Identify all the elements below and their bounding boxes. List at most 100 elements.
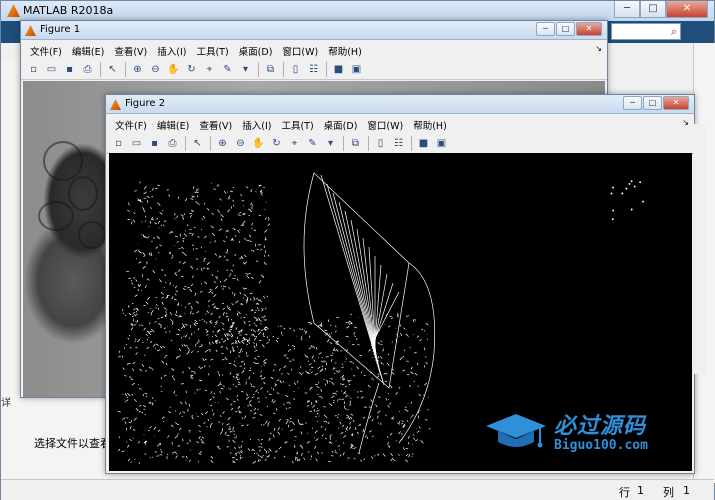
figure-2-menu-item[interactable]: 工具(T) (276, 115, 318, 134)
figure-2-menu-item[interactable]: 桌面(D) (319, 115, 363, 134)
figure-1-title-bar[interactable]: Figure 1 ─ □ ✕ (21, 21, 607, 40)
new-figure-icon[interactable]: ▫ (110, 136, 127, 152)
figure-2-menu-item[interactable]: 查看(V) (194, 115, 237, 134)
main-title-bar: MATLAB R2018a ─ □ ✕ (1, 1, 714, 21)
figure-2-maximize-button[interactable]: □ (643, 96, 662, 110)
figure-2-menu-item[interactable]: 帮助(H) (408, 115, 452, 134)
legend-icon[interactable]: ☷ (305, 62, 322, 78)
hide-tools-icon[interactable]: ■ (330, 62, 347, 78)
figure-1-close-button[interactable]: ✕ (576, 22, 602, 36)
watermark-cn-text: 必过源码 (554, 414, 647, 439)
main-maximize-button[interactable]: □ (640, 1, 666, 18)
open-file-icon[interactable]: ▭ (128, 136, 145, 152)
figure-2-title: Figure 2 (125, 98, 166, 109)
figure-1-menubar: 文件(F) 编辑(E) 查看(V) 插入(I) 工具(T) 桌面(D) 窗口(W) 帮助(H) (21, 41, 607, 60)
watermark-en-text: Biguo100.com (554, 438, 648, 453)
pan-icon[interactable]: ✋ (165, 62, 182, 78)
colorbar-icon[interactable]: ▯ (372, 136, 389, 152)
toolbar-separator (210, 136, 211, 151)
toolbar-separator (411, 136, 412, 151)
toolbar-separator (368, 136, 369, 151)
hide-tools-icon[interactable]: ■ (415, 136, 432, 152)
figure-2-menu-item[interactable]: 文件(F) (110, 115, 152, 134)
save-icon[interactable]: ▪ (146, 136, 163, 152)
colorbar-icon[interactable]: ▯ (287, 62, 304, 78)
figure-1-menu-item[interactable]: 文件(F) (25, 41, 67, 60)
hair-detail (68, 176, 98, 211)
print-icon[interactable]: ⎙ (79, 62, 96, 78)
legend-icon[interactable]: ☷ (390, 136, 407, 152)
graduation-cap-icon (486, 414, 546, 448)
figure-2-menu-item[interactable]: 编辑(E) (152, 115, 194, 134)
documentation-search-input[interactable]: ⌕ (611, 23, 681, 40)
link-plot-icon[interactable]: ⧉ (347, 136, 364, 152)
pan-icon[interactable]: ✋ (250, 136, 267, 152)
toolbar-separator (125, 62, 126, 77)
new-figure-icon[interactable]: ▫ (25, 62, 42, 78)
col-value: 1 (683, 484, 690, 497)
toolbar-separator (258, 62, 259, 77)
figure-1-menu-item[interactable]: 插入(I) (152, 41, 191, 60)
zoom-in-icon[interactable]: ⊕ (129, 62, 146, 78)
search-icon[interactable]: ⌕ (671, 25, 677, 39)
toolbar-separator (185, 136, 186, 151)
status-bar: 行 1 列 1 (1, 479, 714, 500)
zoom-out-icon[interactable]: ⊖ (147, 62, 164, 78)
figure-2-dock-arrow-icon[interactable]: ↘ (682, 118, 689, 127)
main-window-title: MATLAB R2018a (23, 4, 114, 17)
figure-1-menu-item[interactable]: 窗口(W) (277, 41, 323, 60)
link-plot-icon[interactable]: ⧉ (262, 62, 279, 78)
figure-icon (25, 25, 36, 36)
col-label: 列 (663, 486, 674, 499)
main-close-button[interactable]: ✕ (666, 1, 708, 18)
data-cursor-icon[interactable]: ⌖ (201, 62, 218, 78)
zoom-in-icon[interactable]: ⊕ (214, 136, 231, 152)
figure-2-toolbar: ▫ ▭ ▪ ⎙ ↖ ⊕ ⊖ ✋ ↻ ⌖ ✎ ▾ ⧉ ▯ ☷ ■ ▣ (106, 134, 694, 154)
figure-1-menu-item[interactable]: 帮助(H) (323, 41, 367, 60)
data-cursor-icon[interactable]: ⌖ (286, 136, 303, 152)
figure-1-menu-item[interactable]: 查看(V) (109, 41, 152, 60)
figure-2-minimize-button[interactable]: ─ (623, 96, 642, 110)
figure-2-menu-item[interactable]: 插入(I) (237, 115, 276, 134)
main-panel-scrollbar[interactable] (694, 124, 706, 374)
figure-1-toolbar: ▫ ▭ ▪ ⎙ ↖ ⊕ ⊖ ✋ ↻ ⌖ ✎ ▾ ⧉ ▯ ☷ ■ ▣ (21, 60, 607, 80)
pointer-icon[interactable]: ↖ (104, 62, 121, 78)
figure-1-maximize-button[interactable]: □ (556, 22, 575, 36)
brush-dropdown-icon[interactable]: ▾ (322, 136, 339, 152)
figure-1-menu-item[interactable]: 桌面(D) (234, 41, 278, 60)
rotate-3d-icon[interactable]: ↻ (268, 136, 285, 152)
toolbar-separator (283, 62, 284, 77)
brush-icon[interactable]: ✎ (219, 62, 236, 78)
dock-icon[interactable]: ▣ (348, 62, 365, 78)
rotate-3d-icon[interactable]: ↻ (183, 62, 200, 78)
figure-1-title: Figure 1 (40, 24, 81, 35)
print-icon[interactable]: ⎙ (164, 136, 181, 152)
figure-icon (110, 99, 121, 110)
hair-detail (38, 201, 74, 231)
figure-2-close-button[interactable]: ✕ (663, 96, 689, 110)
hair-detail (43, 141, 83, 181)
brush-icon[interactable]: ✎ (304, 136, 321, 152)
save-icon[interactable]: ▪ (61, 62, 78, 78)
figure-2-title-bar[interactable]: Figure 2 ─ □ ✕ (106, 95, 694, 114)
row-label: 行 (619, 486, 630, 499)
figure-2-menu-item[interactable]: 窗口(W) (362, 115, 408, 134)
toolbar-separator (343, 136, 344, 151)
figure-1-minimize-button[interactable]: ─ (536, 22, 555, 36)
figure-2-menubar: 文件(F) 编辑(E) 查看(V) 插入(I) 工具(T) 桌面(D) 窗口(W) 帮助(H) (106, 115, 694, 134)
watermark-logo: 必过源码 Biguo100.com (482, 408, 692, 458)
open-file-icon[interactable]: ▭ (43, 62, 60, 78)
zoom-out-icon[interactable]: ⊖ (232, 136, 249, 152)
brush-dropdown-icon[interactable]: ▾ (237, 62, 254, 78)
figure-1-menu-item[interactable]: 编辑(E) (67, 41, 109, 60)
toolbar-separator (326, 62, 327, 77)
main-minimize-button[interactable]: ─ (614, 1, 640, 18)
dock-icon[interactable]: ▣ (433, 136, 450, 152)
hair-detail (78, 221, 106, 249)
row-value: 1 (637, 484, 644, 497)
matlab-logo-icon (7, 4, 20, 17)
figure-1-dock-arrow-icon[interactable]: ↘ (595, 44, 602, 53)
toolbar-separator (100, 62, 101, 77)
figure-1-menu-item[interactable]: 工具(T) (191, 41, 233, 60)
pointer-icon[interactable]: ↖ (189, 136, 206, 152)
